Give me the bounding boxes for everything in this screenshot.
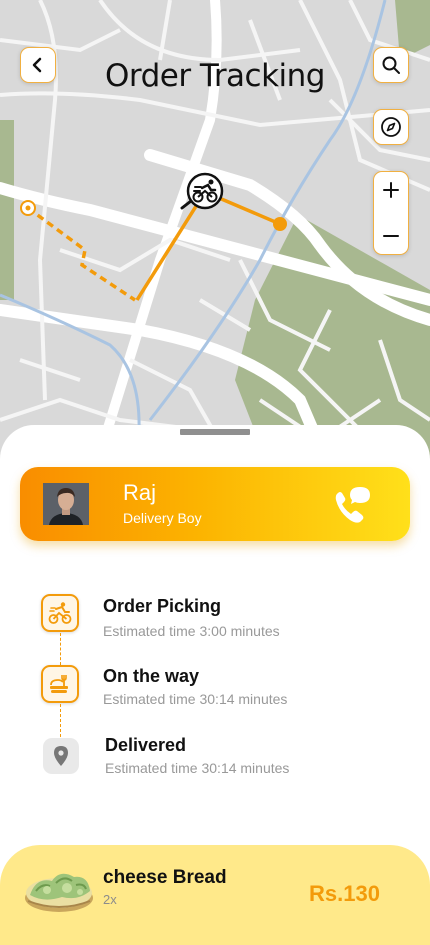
compass-icon [381, 117, 401, 137]
call-driver-button[interactable] [330, 483, 374, 527]
location-pin-icon [54, 746, 68, 766]
food-icon [50, 675, 68, 693]
sheet-drag-handle[interactable] [180, 429, 250, 435]
zoom-out-icon [383, 235, 399, 237]
step-title: On the way [103, 666, 200, 686]
order-item-quantity: 2x [103, 892, 117, 907]
bicycle-icon [48, 602, 72, 624]
cheese-bread-image [22, 861, 96, 919]
zoom-control [373, 171, 409, 255]
back-button[interactable] [20, 47, 56, 83]
zoom-in-button[interactable] [374, 172, 408, 208]
compass-button[interactable] [373, 109, 409, 145]
back-icon [32, 57, 42, 73]
step-order-picking-icon-box [41, 594, 79, 632]
zoom-in-icon [383, 182, 399, 198]
search-button[interactable] [373, 47, 409, 83]
driver-avatar [43, 483, 89, 525]
rider-marker-icon [180, 172, 226, 212]
step-subtitle: Estimated time 30:14 minutes [105, 760, 290, 776]
driver-card: Raj Delivery Boy [20, 467, 410, 541]
step-connector [60, 704, 61, 737]
phone-chat-icon [335, 487, 370, 523]
step-connector [60, 633, 61, 665]
order-item-name: cheese Bread [103, 867, 227, 888]
step-subtitle: Estimated time 3:00 minutes [103, 623, 280, 639]
step-title: Order Picking [103, 596, 222, 616]
zoom-out-button[interactable] [374, 218, 408, 254]
page-title: Order Tracking [104, 58, 326, 94]
step-title: Delivered [105, 735, 187, 755]
step-delivered-icon-box [43, 738, 79, 774]
driver-role: Delivery Boy [123, 510, 202, 526]
order-price: Rs.130 [309, 881, 380, 906]
driver-name: Raj [123, 480, 157, 505]
step-subtitle: Estimated time 30:14 minutes [103, 691, 288, 707]
search-icon [382, 56, 400, 74]
order-summary[interactable]: cheese Bread 2x Rs.130 [0, 845, 430, 945]
step-on-the-way-icon-box [41, 665, 79, 703]
